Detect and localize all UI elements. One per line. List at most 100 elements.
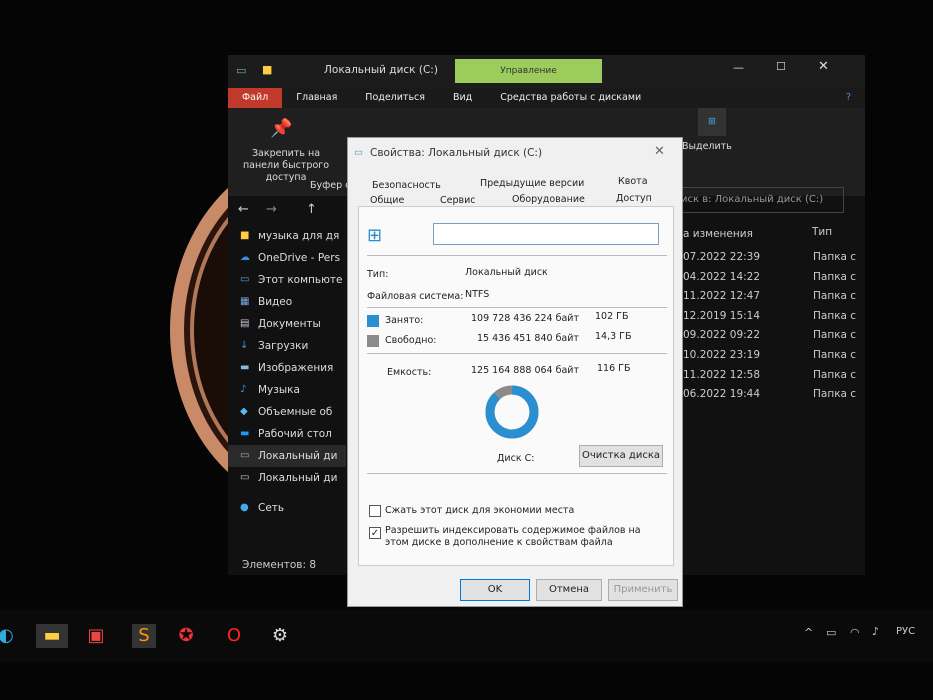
ribbon-tabs: Файл Главная Поделиться Вид Средства раб… [228, 88, 865, 108]
app-icon[interactable]: ✪ [174, 624, 198, 648]
column-date[interactable]: а изменения [683, 228, 753, 240]
folder-icon: ■ [262, 63, 273, 76]
file-list: 07.2022 22:39 Папка с 04.2022 14:22 Папка … [683, 251, 865, 408]
nav-item-desktop[interactable]: ▬ Рабочий стол [228, 423, 346, 445]
volume-icon[interactable]: ♪ [872, 625, 879, 638]
table-row[interactable]: 06.2022 19:44 Папка с [683, 388, 865, 408]
select-button[interactable]: Выделить [682, 141, 732, 152]
tab-hardware[interactable]: Оборудование [512, 194, 585, 205]
volume-name-input[interactable] [433, 223, 659, 245]
pin-icon[interactable]: 📌 [270, 118, 292, 139]
help-icon[interactable]: ? [832, 88, 865, 108]
tab-share[interactable]: Поделиться [351, 88, 439, 108]
maximize-button[interactable]: ☐ [776, 60, 786, 73]
drive-icon: ▭ [354, 147, 363, 158]
tab-security[interactable]: Безопасность [372, 180, 441, 191]
compress-label: Сжать этот диск для экономии места [385, 505, 575, 516]
used-gb: 102 ГБ [595, 311, 629, 322]
tab-tools[interactable]: Сервис [440, 195, 476, 206]
cancel-button[interactable]: Отмена [536, 579, 602, 601]
nav-item-local-disk[interactable]: ▭ Локальный ди [228, 467, 346, 489]
table-row[interactable]: 07.2022 22:39 Папка с [683, 251, 865, 271]
edge-icon[interactable]: ◐ [0, 624, 18, 648]
nav-item-documents[interactable]: ▤ Документы [228, 313, 346, 335]
nav-item-video[interactable]: ▦ Видео [228, 291, 346, 313]
free-bytes: 15 436 451 840 байт [477, 333, 579, 344]
minimize-button[interactable]: — [733, 61, 744, 74]
language-indicator[interactable]: РУС [896, 626, 915, 637]
table-row[interactable]: 04.2022 14:22 Папка с [683, 271, 865, 291]
disk-label: Диск C: [497, 453, 535, 464]
nav-item-music[interactable]: ♪ Музыка [228, 379, 346, 401]
file-explorer-icon[interactable]: ▬ [36, 624, 68, 648]
search-input[interactable]: иск в: Локальный диск (C:) [676, 187, 844, 213]
index-checkbox[interactable]: ✓ [369, 527, 381, 539]
used-bytes: 109 728 436 224 байт [471, 313, 579, 324]
general-tab-panel: ⊞ Тип: Локальный диск Файловая система: … [358, 206, 674, 566]
disk-icon: ⊞ [367, 225, 383, 246]
column-type[interactable]: Тип [812, 226, 832, 238]
tab-drive-tools[interactable]: Средства работы с дисками [486, 88, 655, 108]
forward-button[interactable]: → [266, 202, 277, 217]
navigation-pane: ■ музыка для дя ☁ OneDrive - Pers ▭ Этот ко… [228, 225, 346, 555]
used-label: Занято: [385, 315, 424, 326]
fs-label: Файловая система: [367, 291, 464, 302]
nav-item-3d-objects[interactable]: ◆ Объемные об [228, 401, 346, 423]
select-icon[interactable]: ⊞ [698, 108, 726, 136]
dialog-title: Свойства: Локальный диск (C:) [370, 147, 543, 159]
table-row[interactable]: 11.2022 12:58 Папка с [683, 369, 865, 389]
capacity-gb: 116 ГБ [597, 363, 631, 374]
free-label: Свободно: [385, 335, 437, 346]
tab-quota[interactable]: Квота [618, 176, 648, 187]
index-label: Разрешить индексировать содержимое файло… [385, 525, 641, 548]
manage-tab[interactable]: Управление [455, 59, 602, 83]
table-row[interactable]: 10.2022 23:19 Папка с [683, 349, 865, 369]
properties-dialog: Свойства: Локальный диск (C:) ▭ ✕ Безопа… [347, 137, 683, 607]
window-title: Локальный диск (C:) [324, 64, 438, 76]
compress-checkbox[interactable] [369, 505, 381, 517]
type-label: Тип: [367, 269, 389, 280]
tray-chevron-icon[interactable]: ^ [804, 626, 813, 639]
back-button[interactable]: ← [238, 202, 249, 217]
tab-sharing[interactable]: Доступ [616, 193, 652, 204]
table-row[interactable]: 09.2022 09:22 Папка с [683, 329, 865, 349]
sublime-icon[interactable]: S [132, 624, 156, 648]
tab-view[interactable]: Вид [439, 88, 486, 108]
free-color-swatch [367, 335, 379, 347]
apply-button[interactable]: Применить [608, 579, 678, 601]
close-button[interactable]: ✕ [818, 59, 829, 74]
taskbar: ◐ ▬ ▣ S ✪ O ⚙ ^ ▭ ◠ ♪ РУС [0, 610, 933, 662]
nav-item-network[interactable]: ● Сеть [228, 497, 346, 519]
nav-item-pictures[interactable]: ▬ Изображения [228, 357, 346, 379]
up-button[interactable]: ↑ [306, 202, 317, 217]
ok-button[interactable]: OK [460, 579, 530, 601]
nav-item-this-pc[interactable]: ▭ Этот компьюте [228, 269, 346, 291]
title-bar: ▭ ■ Локальный диск (C:) Управление — ☐ ✕ [228, 55, 865, 88]
office-icon[interactable]: ▣ [84, 624, 108, 648]
type-value: Локальный диск [465, 267, 548, 278]
settings-icon[interactable]: ⚙ [268, 624, 292, 648]
table-row[interactable]: 12.2019 15:14 Папка с [683, 310, 865, 330]
usage-donut-chart [485, 385, 539, 439]
used-color-swatch [367, 315, 379, 327]
pin-quick-access-button[interactable]: Закрепить на панели быстрого доступа [234, 148, 338, 184]
tab-previous-versions[interactable]: Предыдущие версии [480, 178, 584, 189]
battery-icon[interactable]: ▭ [826, 626, 836, 639]
nav-item-downloads[interactable]: ↓ Загрузки [228, 335, 346, 357]
wifi-icon[interactable]: ◠ [850, 626, 860, 639]
dialog-close-button[interactable]: ✕ [654, 144, 665, 159]
fs-value: NTFS [465, 289, 490, 300]
drive-icon: ▭ [236, 64, 247, 77]
capacity-bytes: 125 164 888 064 байт [471, 365, 579, 376]
used-arc [485, 385, 539, 439]
nav-item-local-disk-c[interactable]: ▭ Локальный ди [228, 445, 346, 467]
nav-item-onedrive[interactable]: ☁ OneDrive - Pers [228, 247, 346, 269]
free-gb: 14,3 ГБ [595, 331, 632, 342]
disk-cleanup-button[interactable]: Очистка диска [579, 445, 663, 467]
tab-home[interactable]: Главная [282, 88, 351, 108]
tab-file[interactable]: Файл [228, 88, 283, 108]
nav-item[interactable]: ■ музыка для дя [228, 225, 346, 247]
tab-general[interactable]: Общие [370, 195, 404, 206]
table-row[interactable]: 11.2022 12:47 Папка с [683, 290, 865, 310]
opera-icon[interactable]: O [222, 624, 246, 648]
